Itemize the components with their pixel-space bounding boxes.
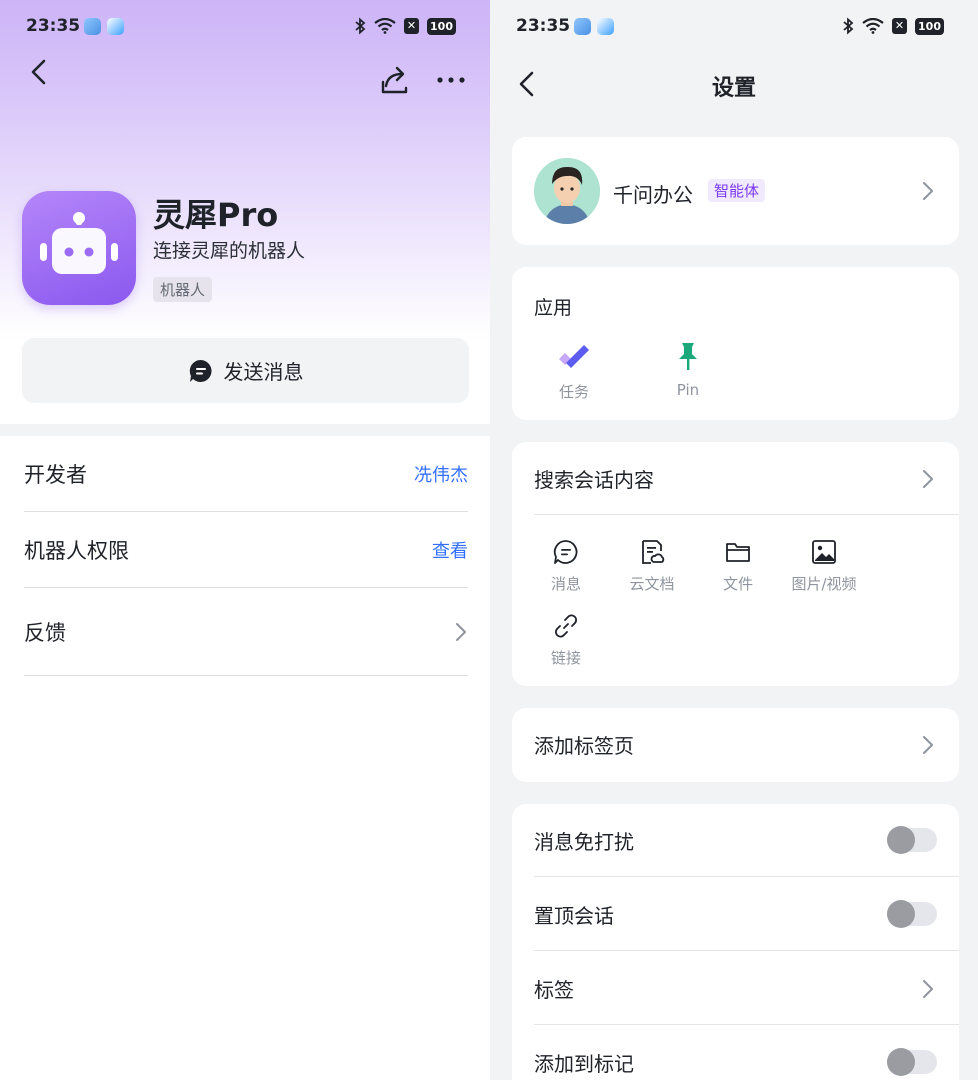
feedback-label: 反馈 (24, 620, 66, 645)
agent-tag: 智能体 (708, 179, 766, 202)
robot-icon (40, 212, 118, 274)
apps-section-title: 应用 (534, 297, 573, 319)
page-title: 设置 (711, 76, 756, 101)
message-icon (553, 540, 578, 564)
labels-row[interactable]: 标签 (534, 952, 959, 1025)
developer-row[interactable]: 开发者 冼伟杰 (24, 436, 468, 512)
task-app-label: 任务 (558, 383, 589, 401)
status-bar: 23:35 ✕ 100 (490, 14, 978, 40)
agent-profile-card[interactable]: 千问办公 智能体 (512, 137, 959, 245)
bot-tag: 机器人 (153, 277, 213, 302)
bot-permissions-label: 机器人权限 (24, 538, 129, 563)
search-cloud-docs-item[interactable]: 云文档 (607, 539, 697, 594)
wifi-icon (862, 18, 884, 34)
send-message-label: 发送消息 (223, 360, 304, 384)
chevron-right-icon (923, 736, 933, 754)
wifi-icon (374, 18, 396, 34)
notification-app-icon (107, 18, 124, 35)
pin-icon (679, 343, 697, 370)
search-messages-item[interactable]: 消息 (521, 539, 611, 594)
avatar (534, 158, 600, 224)
chat-bubble-icon (189, 359, 212, 382)
pin-chat-label: 置顶会话 (534, 903, 614, 928)
search-chat-content-label: 搜索会话内容 (534, 467, 654, 492)
pin-chat-toggle[interactable] (887, 900, 937, 928)
agent-name: 千问办公 (613, 183, 693, 207)
bot-permissions-row[interactable]: 机器人权限 查看 (24, 512, 468, 588)
app-description: 连接灵犀的机器人 (153, 240, 306, 262)
section-divider (0, 424, 490, 436)
add-to-marked-label: 添加到标记 (534, 1052, 634, 1076)
search-files-item[interactable]: 文件 (693, 539, 783, 594)
task-icon (559, 345, 589, 368)
developer-value[interactable]: 冼伟杰 (414, 461, 468, 487)
pin-chat-row: 置顶会话 (534, 878, 959, 951)
search-links-label: 链接 (550, 649, 581, 667)
view-permissions-link[interactable]: 查看 (432, 537, 468, 563)
send-message-button[interactable]: 发送消息 (22, 338, 469, 403)
search-media-item[interactable]: 图片/视频 (779, 539, 869, 594)
bot-profile-screen: 23:35 ✕ 100 灵犀Pro 连接灵犀的机器人 机器人 发送消息 开发者 … (0, 0, 490, 1080)
status-bar: 23:35 ✕ 100 (0, 14, 490, 40)
back-icon[interactable] (28, 58, 50, 88)
search-files-label: 文件 (722, 575, 753, 593)
labels-label: 标签 (534, 977, 574, 1002)
task-app-item[interactable]: 任务 (539, 341, 609, 402)
search-cloud-docs-label: 云文档 (629, 575, 675, 593)
add-to-marked-toggle[interactable] (887, 1048, 937, 1076)
app-name: 灵犀Pro (153, 196, 279, 234)
status-time: 23:35 (516, 16, 571, 36)
feedback-row[interactable]: 反馈 (24, 588, 468, 676)
link-icon (555, 614, 577, 638)
battery-indicator: 100 (915, 17, 944, 35)
chevron-right-icon (923, 980, 933, 998)
weather-app-icon (574, 18, 591, 35)
chevron-right-icon (923, 470, 933, 488)
chevron-right-icon (456, 622, 466, 641)
status-time: 23:35 (26, 16, 81, 36)
add-tab-label: 添加标签页 (534, 734, 634, 758)
add-tab-card[interactable]: 添加标签页 (512, 708, 959, 782)
cloud-doc-icon (642, 540, 665, 564)
robot-app-icon (22, 191, 136, 305)
chat-settings-screen: 23:35 ✕ 100 设置 千问办公 智能体 应用 任务 Pin 搜索会话内容… (490, 0, 978, 1080)
add-to-marked-row: 添加到标记 (534, 1026, 959, 1080)
image-icon (812, 540, 836, 564)
mute-notifications-toggle[interactable] (887, 826, 937, 854)
weather-app-icon (84, 18, 101, 35)
chat-options-card: 消息免打扰 置顶会话 标签 添加到标记 (512, 804, 959, 1080)
search-chat-card: 搜索会话内容 消息 云文档 文件 图片/视频 链接 (512, 442, 959, 686)
search-links-item[interactable]: 链接 (521, 613, 611, 668)
mute-notifications-label: 消息免打扰 (534, 829, 634, 854)
x-app-icon: ✕ (892, 18, 908, 34)
developer-label: 开发者 (24, 462, 87, 487)
notification-app-icon (597, 18, 614, 35)
x-app-icon: ✕ (404, 18, 420, 34)
pin-app-item[interactable]: Pin (653, 341, 723, 399)
add-tab-row[interactable]: 添加标签页 (534, 708, 959, 781)
mute-notifications-row: 消息免打扰 (534, 804, 959, 877)
pin-app-label: Pin (676, 381, 700, 399)
share-icon[interactable] (380, 64, 410, 96)
search-chat-content-row[interactable]: 搜索会话内容 (534, 442, 959, 515)
bluetooth-icon (843, 17, 854, 35)
more-icon[interactable] (436, 76, 468, 84)
folder-icon (726, 543, 750, 562)
bluetooth-icon (355, 17, 366, 35)
search-media-label: 图片/视频 (791, 575, 857, 593)
search-messages-label: 消息 (550, 575, 581, 593)
battery-indicator: 100 (427, 17, 456, 35)
apps-card: 应用 任务 Pin (512, 267, 959, 420)
chevron-right-icon (923, 182, 933, 200)
